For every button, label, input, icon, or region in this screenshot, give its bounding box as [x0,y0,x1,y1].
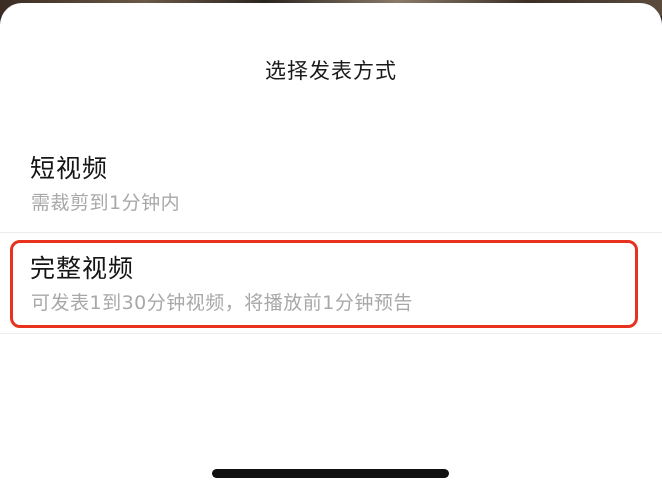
option-short-video[interactable]: 短视频 需裁剪到1分钟内 [0,133,662,233]
option-title: 完整视频 [30,254,135,283]
sheet-title: 选择发表方式 [265,59,397,83]
home-indicator [212,469,449,478]
option-subtitle: 需裁剪到1分钟内 [31,192,181,214]
option-full-video[interactable]: 完整视频 可发表1到30分钟视频，将播放前1分钟预告 [0,235,662,335]
option-subtitle: 可发表1到30分钟视频，将播放前1分钟预告 [31,292,413,314]
divider [0,232,662,233]
action-sheet: 选择发表方式 短视频 需裁剪到1分钟内 完整视频 可发表1到30分钟视频，将播放… [0,3,662,484]
option-title: 短视频 [30,154,109,183]
divider [0,333,662,334]
